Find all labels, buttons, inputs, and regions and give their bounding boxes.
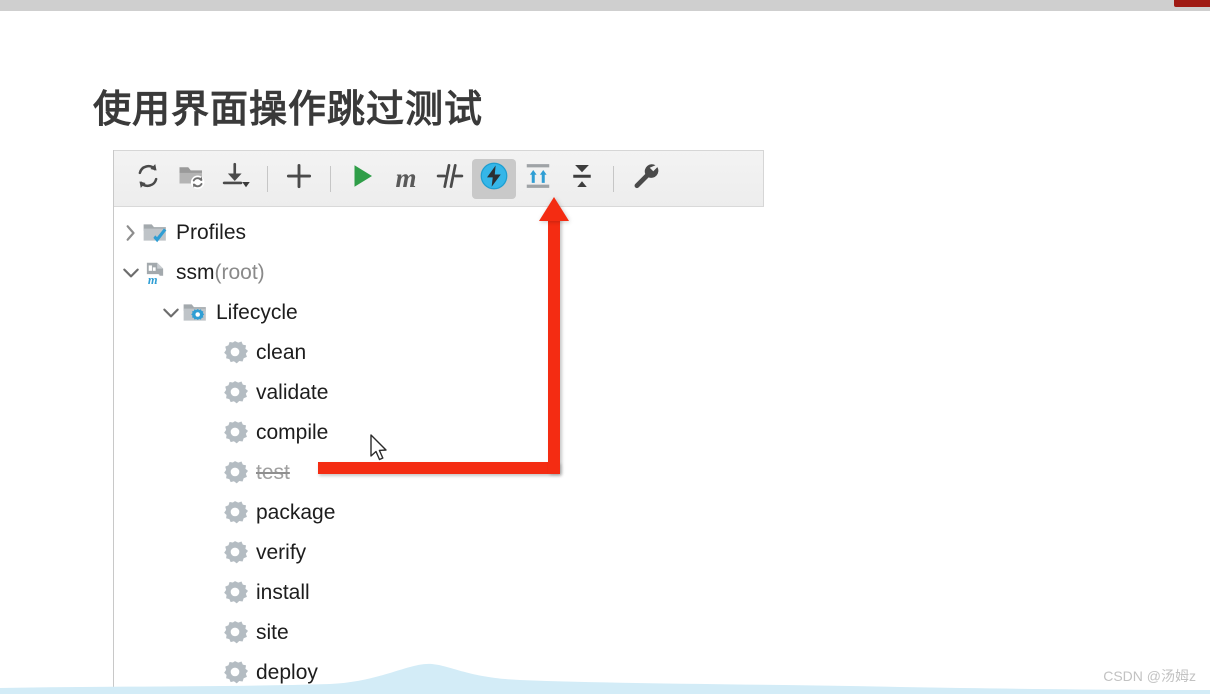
toolbar-button-download-dropdown[interactable]: [214, 159, 258, 199]
tree-row-validate[interactable]: validate: [114, 373, 764, 413]
folder-gear-icon: [182, 300, 208, 326]
tree-row-label: validate: [256, 381, 329, 404]
gear-icon: [222, 620, 248, 646]
gear-icon: [222, 580, 248, 606]
red-arrow-horizontal: [318, 462, 560, 474]
tree-row-Lifecycle[interactable]: Lifecycle: [114, 293, 764, 333]
tree-row-label: deploy: [256, 661, 318, 684]
tree-row-install[interactable]: install: [114, 573, 764, 613]
folder-sync-icon: [177, 161, 207, 196]
chevron-right-icon[interactable]: [120, 222, 142, 244]
toolbar-button-plus[interactable]: [277, 159, 321, 199]
m-italic-icon: m: [395, 163, 417, 193]
page-title: 使用界面操作跳过测试: [93, 89, 484, 131]
gear-icon: [222, 460, 248, 486]
toolbar-button-wrench[interactable]: [623, 159, 667, 199]
plus-icon: [284, 161, 314, 196]
tree-row-label: test: [256, 461, 290, 484]
toolbar-button-folder-sync[interactable]: [170, 159, 214, 199]
svg-text:m: m: [148, 273, 158, 287]
tree-row-Profiles[interactable]: Profiles: [114, 213, 764, 253]
tree-row-label: install: [256, 581, 310, 604]
toolbar-button-refresh[interactable]: [126, 159, 170, 199]
wrench-icon: [630, 161, 660, 196]
download-dropdown-icon: [221, 161, 251, 196]
toolbar-button-expand-all[interactable]: [516, 159, 560, 199]
expand-all-icon: [523, 161, 553, 196]
collapse-all-icon: [567, 161, 597, 196]
toolbar-button-m-italic[interactable]: m: [384, 159, 428, 199]
toolbar-button-collapse-all[interactable]: [560, 159, 604, 199]
tree-row-site[interactable]: site: [114, 613, 764, 653]
tree-row-label: clean: [256, 341, 307, 364]
toolbar-separator: [267, 165, 268, 192]
toggle-offline-icon: [435, 161, 465, 196]
toolbar-button-toggle-offline[interactable]: [428, 159, 472, 199]
tree-row-label: site: [256, 621, 289, 644]
toolbar-button-play[interactable]: [340, 159, 384, 199]
red-arrow-vertical: [548, 216, 560, 474]
tree-row-ssm[interactable]: m ssm (root): [114, 253, 764, 293]
tree-row-label: Lifecycle: [216, 301, 298, 324]
tree-row-deploy[interactable]: deploy: [114, 653, 764, 693]
gear-icon: [222, 500, 248, 526]
csdn-watermark: CSDN @汤姆z: [1103, 668, 1196, 684]
toolbar-separator: [330, 165, 331, 192]
tree-row-label: verify: [256, 541, 307, 564]
tree-row-compile[interactable]: compile: [114, 413, 764, 453]
toolbar-separator: [613, 165, 614, 192]
tree-row-label: ssm: [176, 261, 215, 284]
red-arrow-head: [539, 197, 569, 221]
tree-row-label: compile: [256, 421, 329, 444]
content-card: 使用界面操作跳过测试 m Profiles m ssm (root) Lifecycl…: [0, 11, 1210, 694]
gear-icon: [222, 380, 248, 406]
gear-icon: [222, 540, 248, 566]
chevron-down-icon[interactable]: [160, 302, 182, 324]
tree-row-suffix: (root): [214, 261, 265, 284]
tree-row-clean[interactable]: clean: [114, 333, 764, 373]
refresh-icon: [133, 161, 163, 196]
play-icon: [347, 161, 377, 196]
folder-check-icon: [142, 220, 168, 246]
maven-toolbar: m: [114, 150, 764, 207]
maven-module-icon: m: [142, 260, 168, 287]
gear-icon: [222, 660, 248, 686]
chevron-down-icon[interactable]: [120, 262, 142, 284]
maven-projects-tree[interactable]: Profiles m ssm (root) Lifecycle clean validat…: [114, 207, 764, 693]
top-right-red-tab: [1174, 0, 1210, 7]
gear-icon: [222, 340, 248, 366]
tree-row-package[interactable]: package: [114, 493, 764, 533]
tree-row-label: Profiles: [176, 221, 247, 244]
tree-row-label: package: [256, 501, 336, 524]
toolbar-button-skip-tests[interactable]: [472, 158, 516, 199]
tree-row-verify[interactable]: verify: [114, 533, 764, 573]
mouse-cursor: [370, 434, 387, 461]
gear-icon: [222, 420, 248, 446]
skip-tests-icon: [479, 161, 509, 196]
maven-tool-window: m Profiles m ssm (root) Lifecycle clean valid…: [113, 150, 764, 694]
screenshot-root: 使用界面操作跳过测试 m Profiles m ssm (root) Lifecycl…: [0, 0, 1210, 694]
